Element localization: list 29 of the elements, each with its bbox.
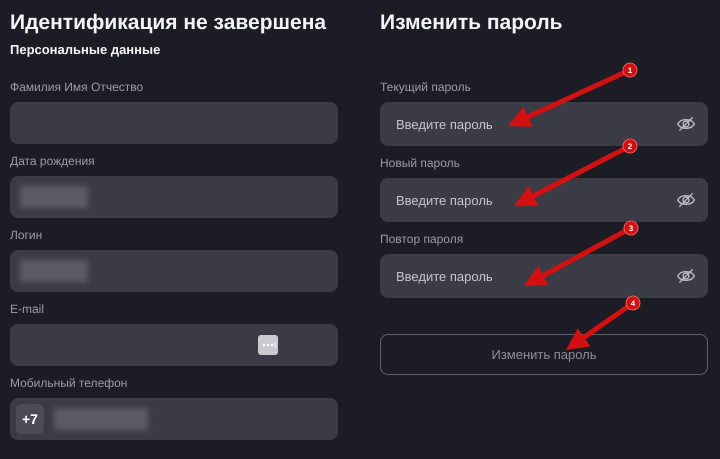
blurred-value xyxy=(20,186,88,208)
field-label: Текущий пароль xyxy=(380,80,472,94)
section-title: Идентификация не завершена xyxy=(10,10,328,36)
field-label: Новый пароль xyxy=(380,156,461,170)
input-field[interactable] xyxy=(10,176,338,218)
field-label: E-mail xyxy=(10,302,46,316)
number-badge: 1 xyxy=(622,62,638,78)
input-field[interactable] xyxy=(10,324,338,366)
autofill-icon[interactable] xyxy=(258,335,278,355)
field-label: Дата рождения xyxy=(10,154,96,168)
section-title: Изменить пароль xyxy=(380,10,564,36)
section-subtitle: Персональные данные xyxy=(10,42,162,58)
field-label: Логин xyxy=(10,228,44,242)
input-field[interactable] xyxy=(10,102,338,144)
password-field[interactable]: Введите пароль xyxy=(380,254,708,298)
input-field[interactable]: +7 xyxy=(10,398,338,440)
field-label: Повтор пароля xyxy=(380,232,464,246)
country-code: +7 xyxy=(16,404,44,434)
number-badge: 3 xyxy=(624,220,638,236)
field-label: Мобильный телефон xyxy=(10,376,128,390)
password-field[interactable]: Введите пароль xyxy=(380,178,708,222)
eye-slash-icon[interactable] xyxy=(676,266,696,286)
number-badge: 2 xyxy=(622,138,638,154)
number-badge: 4 xyxy=(626,296,640,310)
blurred-value xyxy=(20,260,88,282)
input-field[interactable] xyxy=(10,250,338,292)
eye-slash-icon[interactable] xyxy=(676,114,696,134)
eye-slash-icon[interactable] xyxy=(676,190,696,210)
field-label: Фамилия Имя Отчество xyxy=(10,80,144,94)
